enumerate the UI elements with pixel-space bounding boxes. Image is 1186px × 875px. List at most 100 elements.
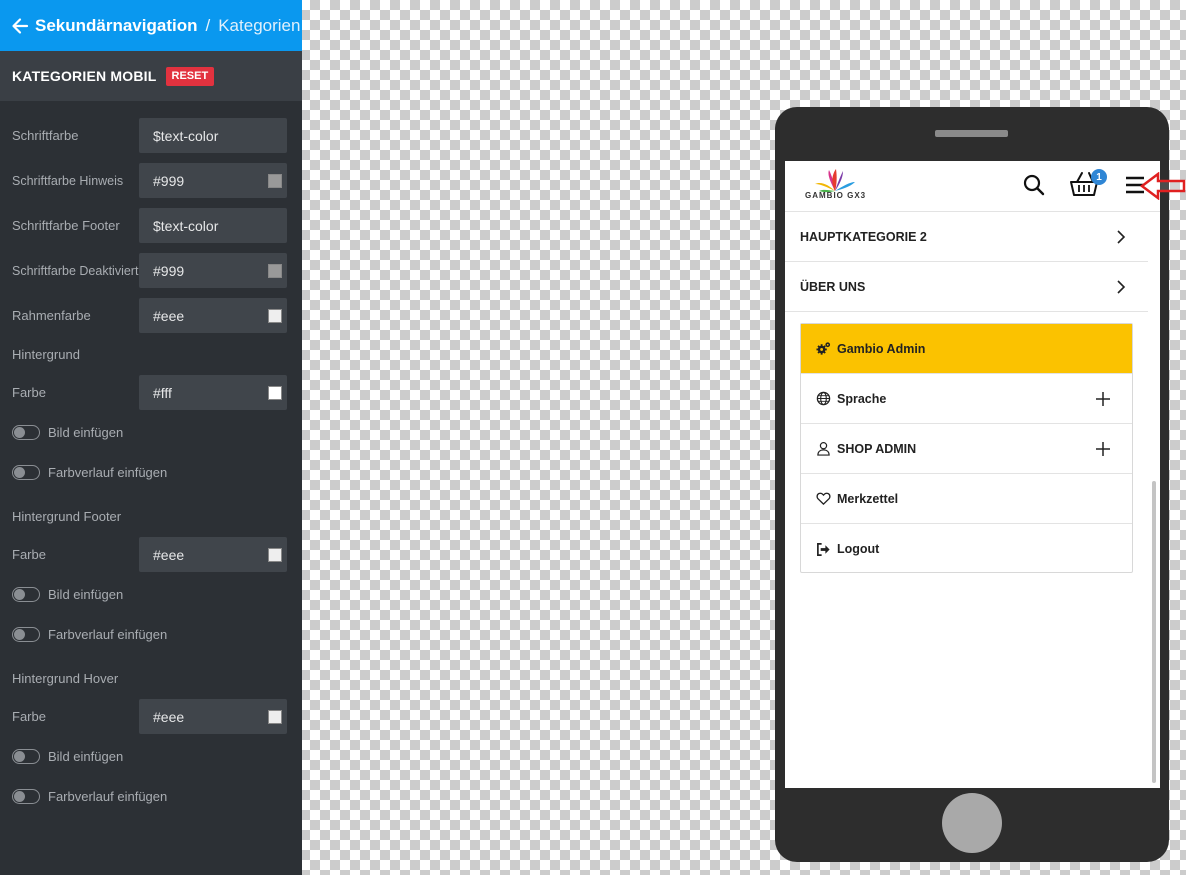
- farbverlauf-einfuegen-toggle[interactable]: [12, 464, 40, 480]
- section-header: KATEGORIEN MOBIL RESET: [0, 51, 302, 101]
- scrollbar[interactable]: [1152, 481, 1156, 783]
- back-arrow-icon[interactable]: [11, 17, 29, 35]
- bild-einfuegen-toggle[interactable]: [12, 424, 40, 440]
- user-icon: [817, 441, 830, 456]
- cart-count-badge: 1: [1091, 169, 1107, 185]
- admin-item-sprache[interactable]: Sprache: [801, 374, 1132, 424]
- hintergrund-hover-heading: Hintergrund Hover: [12, 671, 119, 686]
- heart-icon: [816, 492, 831, 506]
- phone-speaker: [935, 130, 1008, 137]
- input-value: #999: [153, 262, 185, 279]
- hintergrund-heading: Hintergrund: [12, 347, 80, 362]
- hintergrund-farbe-input[interactable]: #fff: [139, 375, 287, 410]
- hintergrund-hover-farbe-input[interactable]: #eee: [139, 699, 287, 734]
- breadcrumb-next[interactable]: Kategorien: [218, 16, 300, 36]
- plus-icon[interactable]: [1096, 442, 1110, 456]
- input-value: #fff: [153, 384, 172, 401]
- admin-item-label: Sprache: [837, 391, 887, 406]
- reset-button[interactable]: RESET: [165, 66, 215, 86]
- field-hintergrund-farbe: Farbe #fff: [12, 375, 287, 410]
- search-icon[interactable]: [1022, 173, 1046, 197]
- admin-item-logout[interactable]: Logout: [801, 524, 1132, 574]
- hintergrund-hover-bild-toggle-row: Bild einfügen: [12, 746, 123, 766]
- phone-preview-frame: GAMBIO GX3 1 HAUPTKATEGORIE 2 ÜBER UNS G…: [775, 107, 1169, 862]
- schriftfarbe-footer-input[interactable]: $text-color: [139, 208, 287, 243]
- chevron-right-icon: [1117, 230, 1126, 244]
- category-item[interactable]: HAUPTKATEGORIE 2: [785, 212, 1148, 262]
- hintergrund-footer-bild-toggle-row: Bild einfügen: [12, 584, 123, 604]
- toggle-label: Bild einfügen: [48, 748, 124, 764]
- field-label: Farbe: [12, 546, 46, 562]
- input-value: $text-color: [153, 217, 219, 234]
- toggle-label: Farbverlauf einfügen: [48, 464, 168, 480]
- field-schriftfarbe-hinweis: Schriftfarbe Hinweis #999: [12, 163, 287, 198]
- toggle-label: Farbverlauf einfügen: [48, 626, 168, 642]
- admin-item-label: SHOP ADMIN: [837, 441, 917, 456]
- chevron-right-icon: [1117, 280, 1126, 294]
- hintergrund-footer-heading: Hintergrund Footer: [12, 509, 122, 524]
- toggle-label: Farbverlauf einfügen: [48, 788, 168, 804]
- field-label: Farbe: [12, 708, 46, 724]
- breadcrumb-current[interactable]: Sekundärnavigation: [35, 16, 197, 36]
- bild-einfuegen-toggle[interactable]: [12, 586, 40, 602]
- style-editor-panel: Sekundärnavigation / Kategorien KATEGORI…: [0, 0, 302, 875]
- field-rahmenfarbe: Rahmenfarbe #eee: [12, 298, 287, 333]
- field-hintergrund-footer-farbe: Farbe #eee: [12, 537, 287, 572]
- bild-einfuegen-toggle[interactable]: [12, 748, 40, 764]
- color-swatch[interactable]: [268, 309, 282, 323]
- field-label: Schriftfarbe Deaktiviert: [12, 263, 139, 278]
- admin-menu: Gambio Admin Sprache SHOP ADMIN Merkzett…: [800, 323, 1133, 573]
- globe-icon: [816, 391, 831, 406]
- admin-item-label: Merkzettel: [837, 491, 899, 506]
- schriftfarbe-input[interactable]: $text-color: [139, 118, 287, 153]
- shop-header: GAMBIO GX3 1: [785, 161, 1160, 212]
- color-swatch[interactable]: [268, 548, 282, 562]
- farbverlauf-einfuegen-toggle[interactable]: [12, 788, 40, 804]
- admin-item-label: Gambio Admin: [837, 341, 926, 356]
- input-value: #eee: [153, 307, 185, 324]
- admin-item-label: Logout: [837, 542, 880, 556]
- sign-out-icon: [817, 542, 830, 556]
- plus-icon[interactable]: [1096, 392, 1110, 406]
- category-item[interactable]: ÜBER UNS: [785, 262, 1148, 312]
- admin-item-gambio-admin[interactable]: Gambio Admin: [801, 324, 1132, 374]
- field-label: Rahmenfarbe: [12, 307, 91, 323]
- rahmenfarbe-input[interactable]: #eee: [139, 298, 287, 333]
- toggle-label: Bild einfügen: [48, 424, 124, 440]
- field-label: Schriftfarbe: [12, 127, 79, 143]
- phone-screen: GAMBIO GX3 1 HAUPTKATEGORIE 2 ÜBER UNS G…: [785, 161, 1160, 788]
- hintergrund-footer-verlauf-toggle-row: Farbverlauf einfügen: [12, 624, 167, 644]
- field-schriftfarbe-footer: Schriftfarbe Footer $text-color: [12, 208, 287, 243]
- breadcrumb-separator: /: [205, 15, 211, 35]
- hintergrund-footer-farbe-input[interactable]: #eee: [139, 537, 287, 572]
- hintergrund-hover-verlauf-toggle-row: Farbverlauf einfügen: [12, 786, 167, 806]
- schriftfarbe-hinweis-input[interactable]: #999: [139, 163, 287, 198]
- color-swatch[interactable]: [268, 710, 282, 724]
- input-value: #eee: [153, 708, 185, 725]
- field-label: Schriftfarbe Hinweis: [12, 173, 124, 188]
- logo-text: GAMBIO GX3: [805, 191, 867, 200]
- input-value: $text-color: [153, 127, 219, 144]
- field-hintergrund-hover-farbe: Farbe #eee: [12, 699, 287, 734]
- section-title: KATEGORIEN MOBIL: [12, 68, 157, 84]
- color-swatch[interactable]: [268, 386, 282, 400]
- admin-item-shop-admin[interactable]: SHOP ADMIN: [801, 424, 1132, 474]
- category-label: ÜBER UNS: [800, 279, 866, 294]
- annotation-arrow-icon: [1140, 172, 1186, 200]
- input-value: #eee: [153, 546, 185, 563]
- cogs-icon: [816, 342, 831, 355]
- field-label: Farbe: [12, 384, 46, 400]
- farbverlauf-einfuegen-toggle[interactable]: [12, 626, 40, 642]
- color-swatch[interactable]: [268, 174, 282, 188]
- toggle-label: Bild einfügen: [48, 586, 124, 602]
- category-label: HAUPTKATEGORIE 2: [800, 229, 927, 244]
- schriftfarbe-deaktiviert-input[interactable]: #999: [139, 253, 287, 288]
- breadcrumb: Sekundärnavigation / Kategorien: [0, 0, 302, 51]
- hintergrund-bild-toggle-row: Bild einfügen: [12, 422, 123, 442]
- field-label: Schriftfarbe Footer: [12, 217, 120, 233]
- color-swatch[interactable]: [268, 264, 282, 278]
- input-value: #999: [153, 172, 185, 189]
- field-schriftfarbe: Schriftfarbe $text-color: [12, 118, 287, 153]
- admin-item-merkzettel[interactable]: Merkzettel: [801, 474, 1132, 524]
- phone-home-button: [942, 793, 1002, 853]
